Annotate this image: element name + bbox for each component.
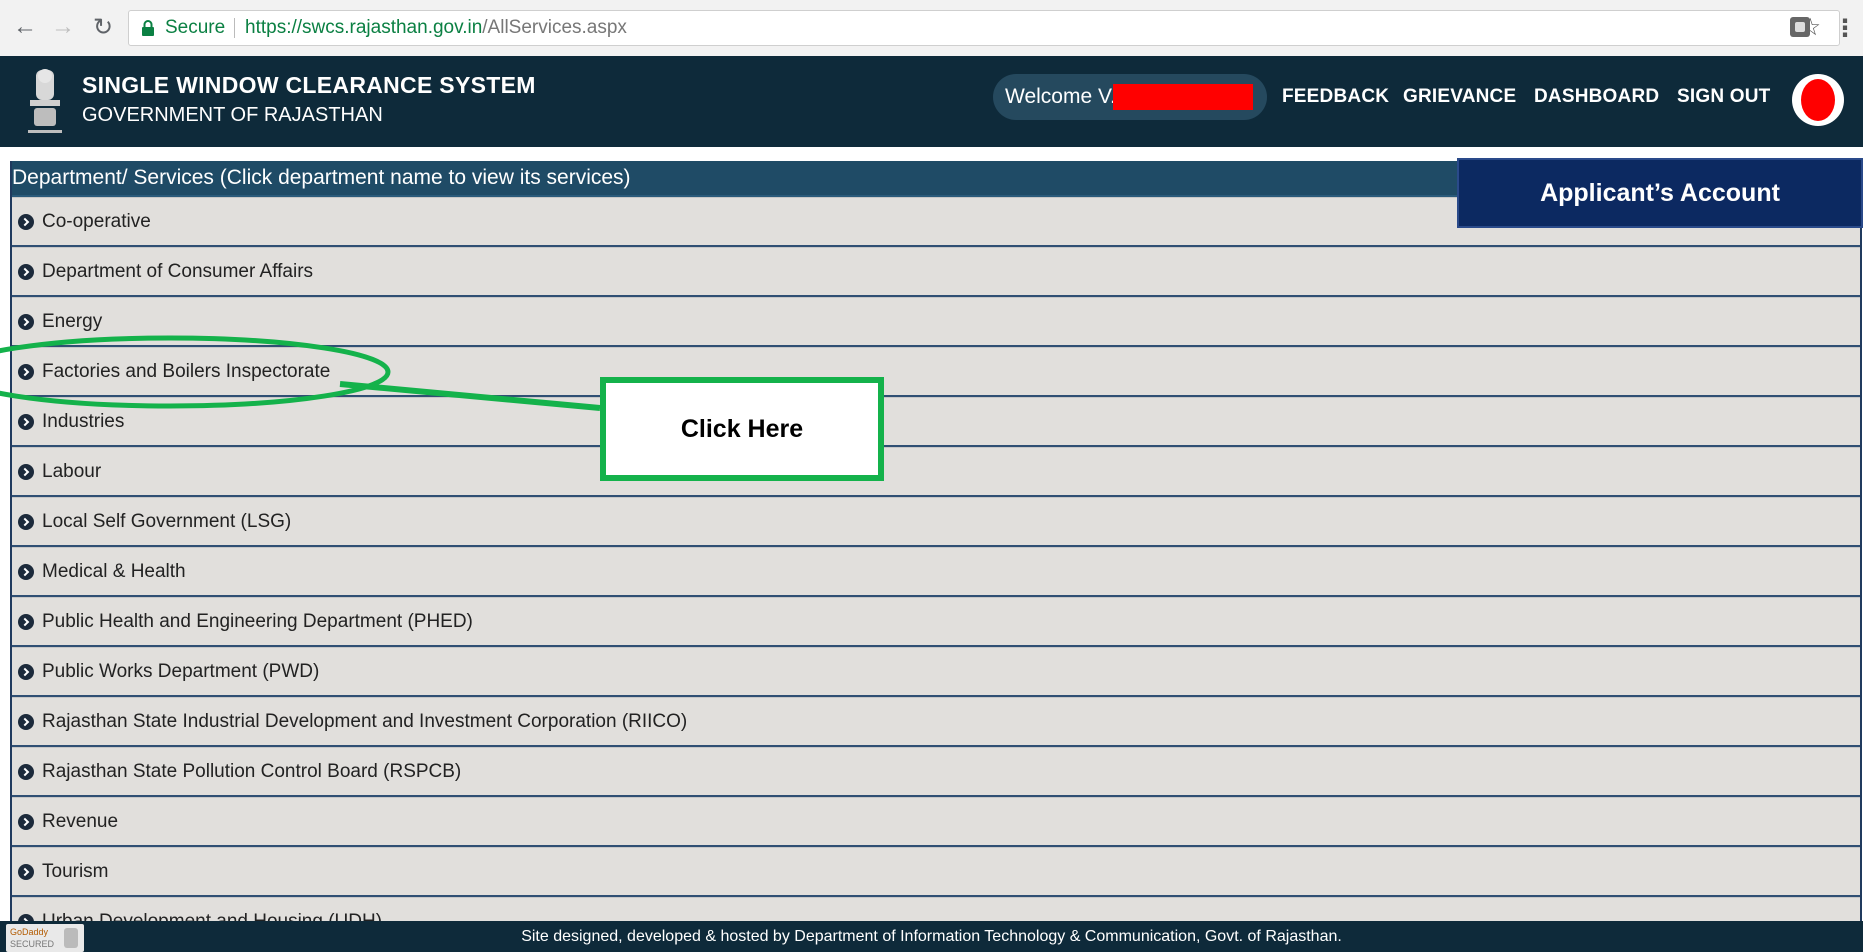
department-label[interactable]: Industries	[42, 411, 124, 433]
grievance-link[interactable]: GRIEVANCE	[1403, 86, 1516, 108]
department-label[interactable]: Factories and Boilers Inspectorate	[42, 361, 330, 383]
security-badge[interactable]: GoDaddy SECURED	[6, 924, 84, 952]
menu-kebab-icon[interactable]: ⋮	[1833, 14, 1857, 43]
chevron-right-icon	[18, 213, 34, 230]
department-label[interactable]: Labour	[42, 461, 101, 483]
feedback-link[interactable]: FEEDBACK	[1282, 86, 1389, 108]
dashboard-link[interactable]: DASHBOARD	[1534, 86, 1659, 108]
department-row[interactable]: Local Self Government (LSG)	[12, 497, 1860, 547]
department-row[interactable]: Public Works Department (PWD)	[12, 647, 1860, 697]
department-row[interactable]: Factories and Boilers Inspectorate	[12, 347, 1860, 397]
badge-secured: SECURED	[10, 939, 55, 949]
lock-icon	[142, 20, 154, 36]
chevron-right-icon	[18, 463, 34, 480]
click-here-callout: Click Here	[600, 377, 884, 481]
chevron-right-icon	[18, 763, 34, 780]
department-label[interactable]: Co-operative	[42, 211, 151, 233]
chevron-right-icon	[18, 263, 34, 280]
welcome-pill[interactable]: Welcome V.	[993, 74, 1267, 120]
department-row[interactable]: Energy	[12, 297, 1860, 347]
department-row[interactable]: Medical & Health	[12, 547, 1860, 597]
forward-arrow-icon[interactable]: →	[50, 13, 76, 40]
applicant-account-callout: Applicant’s Account	[1457, 158, 1863, 228]
department-label[interactable]: Department of Consumer Affairs	[42, 261, 313, 283]
department-row[interactable]: Labour	[12, 447, 1860, 497]
chevron-right-icon	[18, 713, 34, 730]
department-row[interactable]: Tourism	[12, 847, 1860, 897]
department-label[interactable]: Rajasthan State Pollution Control Board …	[42, 761, 461, 783]
back-arrow-icon[interactable]: ←	[12, 13, 38, 40]
state-emblem-icon	[28, 69, 62, 133]
department-label[interactable]: Tourism	[42, 861, 109, 883]
address-bar[interactable]: Secure https://swcs.rajasthan.gov.in/All…	[128, 10, 1840, 46]
site-title: SINGLE WINDOW CLEARANCE SYSTEM	[82, 72, 536, 98]
department-label[interactable]: Rajasthan State Industrial Development a…	[42, 711, 687, 733]
department-label[interactable]: Medical & Health	[42, 561, 186, 583]
department-label[interactable]: Energy	[42, 311, 102, 333]
chevron-right-icon	[18, 813, 34, 830]
chevron-right-icon	[18, 913, 34, 921]
site-subtitle: GOVERNMENT OF RAJASTHAN	[82, 104, 383, 126]
secure-label: Secure	[165, 17, 226, 38]
department-label[interactable]: Local Self Government (LSG)	[42, 511, 291, 533]
address-separator	[234, 18, 235, 38]
badge-brand: GoDaddy	[10, 927, 49, 937]
department-row[interactable]: Rajasthan State Industrial Development a…	[12, 697, 1860, 747]
department-row[interactable]: Department of Consumer Affairs	[12, 247, 1860, 297]
url-path: /AllServices.aspx	[482, 17, 627, 38]
site-header: SINGLE WINDOW CLEARANCE SYSTEM GOVERNMEN…	[0, 56, 1863, 147]
footer: GoDaddy SECURED Site designed, developed…	[0, 921, 1863, 952]
padlock-icon	[64, 928, 78, 948]
chevron-right-icon	[18, 513, 34, 530]
footer-text: Site designed, developed & hosted by Dep…	[521, 928, 1342, 945]
chevron-right-icon	[18, 863, 34, 880]
department-row[interactable]: Revenue	[12, 797, 1860, 847]
department-label[interactable]: Urban Development and Housing (UDH)	[42, 911, 382, 922]
avatar[interactable]	[1792, 74, 1844, 126]
sign-out-link[interactable]: SIGN OUT	[1677, 86, 1770, 108]
chevron-right-icon	[18, 663, 34, 680]
department-label[interactable]: Public Works Department (PWD)	[42, 661, 319, 683]
reload-icon[interactable]: ↻	[90, 14, 116, 41]
redacted-username	[1113, 84, 1253, 110]
department-row[interactable]: Rajasthan State Pollution Control Board …	[12, 747, 1860, 797]
browser-toolbar: ← → ↻ Secure https://swcs.rajasthan.gov.…	[0, 0, 1863, 57]
department-label[interactable]: Public Health and Engineering Department…	[42, 611, 473, 633]
welcome-text: Welcome V.	[1005, 85, 1116, 108]
chevron-right-icon	[18, 563, 34, 580]
extension-icon[interactable]	[1790, 17, 1810, 37]
url-host: https://swcs.rajasthan.gov.in	[245, 17, 483, 38]
department-row[interactable]: Public Health and Engineering Department…	[12, 597, 1860, 647]
url-text: https://swcs.rajasthan.gov.in/AllService…	[245, 11, 627, 45]
department-label[interactable]: Revenue	[42, 811, 118, 833]
chevron-right-icon	[18, 363, 34, 380]
chevron-right-icon	[18, 413, 34, 430]
chevron-right-icon	[18, 313, 34, 330]
chevron-right-icon	[18, 613, 34, 630]
department-list: Department/ Services (Click department n…	[10, 161, 1862, 921]
department-row[interactable]: Urban Development and Housing (UDH)	[12, 897, 1860, 921]
department-row[interactable]: Industries	[12, 397, 1860, 447]
